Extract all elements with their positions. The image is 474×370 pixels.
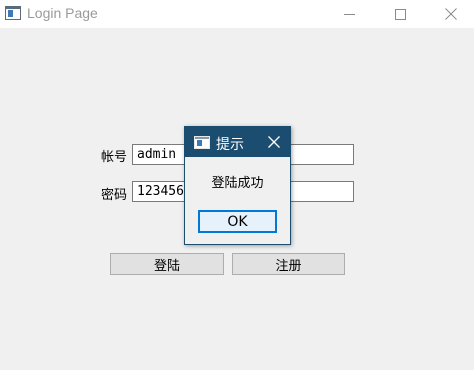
minimize-icon xyxy=(343,13,355,15)
window-title: Login Page xyxy=(27,5,98,21)
dialog-title: 提示 xyxy=(216,137,244,153)
maximize-button[interactable] xyxy=(377,0,423,28)
login-button[interactable]: 登陆 xyxy=(110,253,224,275)
close-button[interactable] xyxy=(428,0,474,28)
title-bar: Login Page xyxy=(0,0,474,28)
message-dialog: 提示 登陆成功 OK xyxy=(184,126,291,245)
register-button[interactable]: 注册 xyxy=(232,253,345,275)
close-icon xyxy=(445,8,457,20)
dialog-close-button[interactable] xyxy=(259,127,289,157)
password-label: 密码 xyxy=(101,188,128,203)
close-icon xyxy=(268,136,280,148)
dialog-title-bar: 提示 xyxy=(185,127,290,157)
ok-button[interactable]: OK xyxy=(198,210,277,233)
account-label: 帐号 xyxy=(101,150,128,165)
maximize-icon xyxy=(394,8,406,20)
dialog-app-icon xyxy=(194,136,210,149)
main-window: Login Page 帐号 admin 密码 123456 登陆 注册 提示 登… xyxy=(0,0,474,370)
minimize-button[interactable] xyxy=(326,0,372,28)
dialog-message: 登陆成功 xyxy=(211,176,264,191)
app-icon xyxy=(5,6,21,20)
